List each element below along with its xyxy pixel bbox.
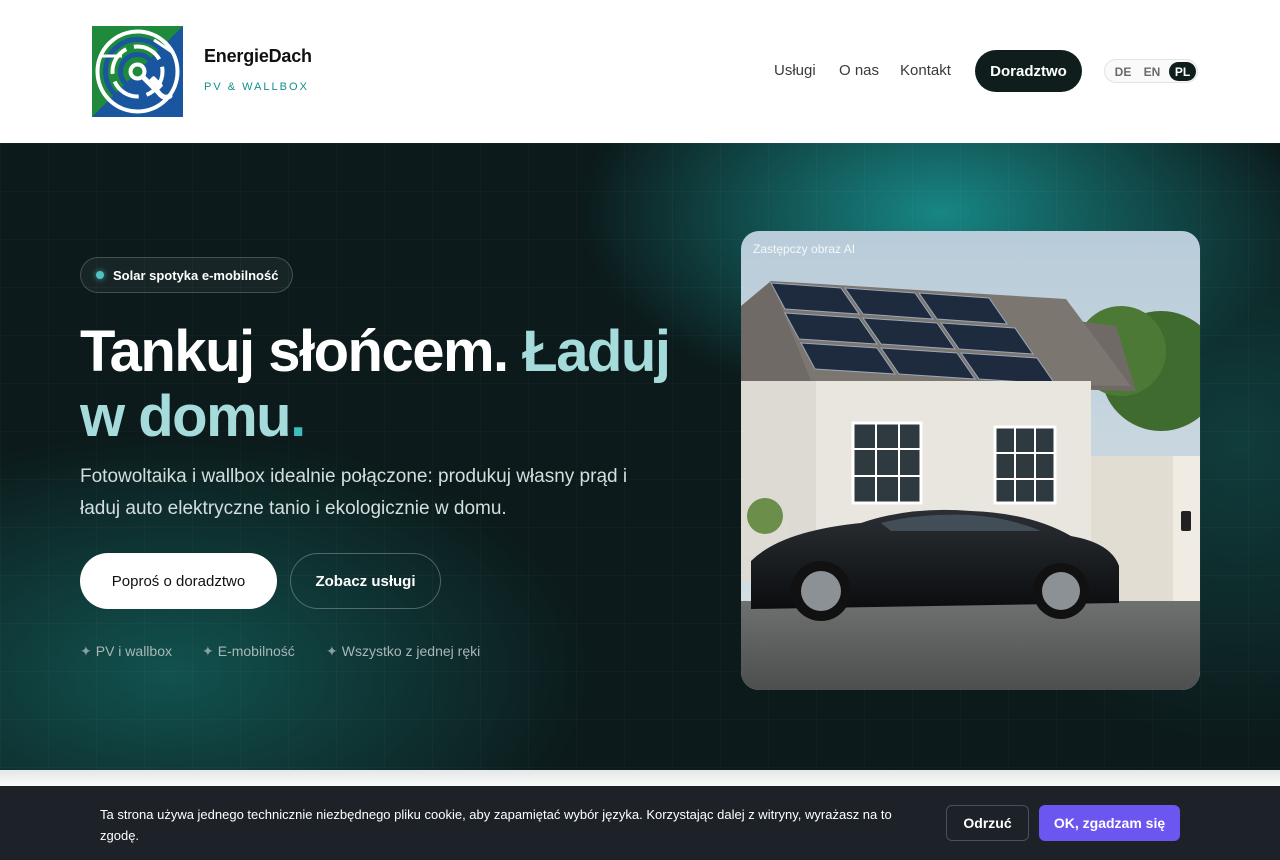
hero-headline: Tankuj słońcem. Ładuj w domu. [80,319,680,449]
headline-accent-2: w domu [80,384,292,449]
nav-link-contact[interactable]: Kontakt [900,62,951,79]
reject-cookies-button[interactable]: Odrzuć [946,805,1029,841]
see-services-button[interactable]: Zobacz usługi [290,553,441,609]
status-dot-icon [96,271,104,279]
house-with-ev-illustration [741,231,1200,690]
hero-image: Zastępczy obraz AI [741,231,1200,690]
logo[interactable] [92,26,183,117]
hero-lead: Fotowoltaika i wallbox idealnie połączon… [80,466,628,519]
feature-item: ✦ E-mobilność [202,643,295,660]
nav-link-services[interactable]: Usługi [774,62,816,79]
cookie-text: Ta strona używa jednego technicznie niez… [100,807,892,843]
feature-label: PV i wallbox [95,643,172,659]
sparkle-icon: ✦ [202,643,214,659]
request-consultation-button[interactable]: Poproś o doradztwo [80,553,277,609]
feature-item: ✦ Wszystko z jednej ręki [326,643,480,660]
brand-name: EnergieDach [204,46,312,66]
lang-en[interactable]: EN [1140,62,1164,81]
feature-label: E-mobilność [217,643,295,659]
lang-pl[interactable]: PL [1169,62,1196,81]
headline-line1: Tankuj słońcem. [80,319,509,384]
nav-link-about[interactable]: O nas [839,62,879,79]
hero-badge-label: Solar spotyka e-mobilność [113,267,279,283]
feature-label: Wszystko z jednej ręki [341,643,481,659]
language-switcher: DE EN PL [1104,59,1198,83]
image-caption: Zastępczy obraz AI [753,242,856,256]
headline-period: . [290,384,306,449]
site-header: EnergieDach PV & WALLBOX Usługi O nas Ko… [0,0,1280,143]
cookie-banner: Ta strona używa jednego technicznie niez… [0,786,1280,860]
headline-accent-1: Ładuj [522,319,671,384]
feature-item: ✦ PV i wallbox [80,643,172,660]
brand-tagline: PV & WALLBOX [204,81,309,93]
sparkle-icon: ✦ [326,643,338,659]
hero-badge: Solar spotyka e-mobilność [80,257,294,293]
sparkle-icon: ✦ [80,643,92,659]
lang-de[interactable]: DE [1111,62,1135,81]
accept-cookies-button[interactable]: OK, zgadzam się [1039,805,1180,841]
hero-section: Solar spotyka e-mobilność Tankuj słońcem… [0,143,1280,770]
plug-circuit-logo-icon [92,26,183,117]
consulting-button[interactable]: Doradztwo [975,50,1082,92]
